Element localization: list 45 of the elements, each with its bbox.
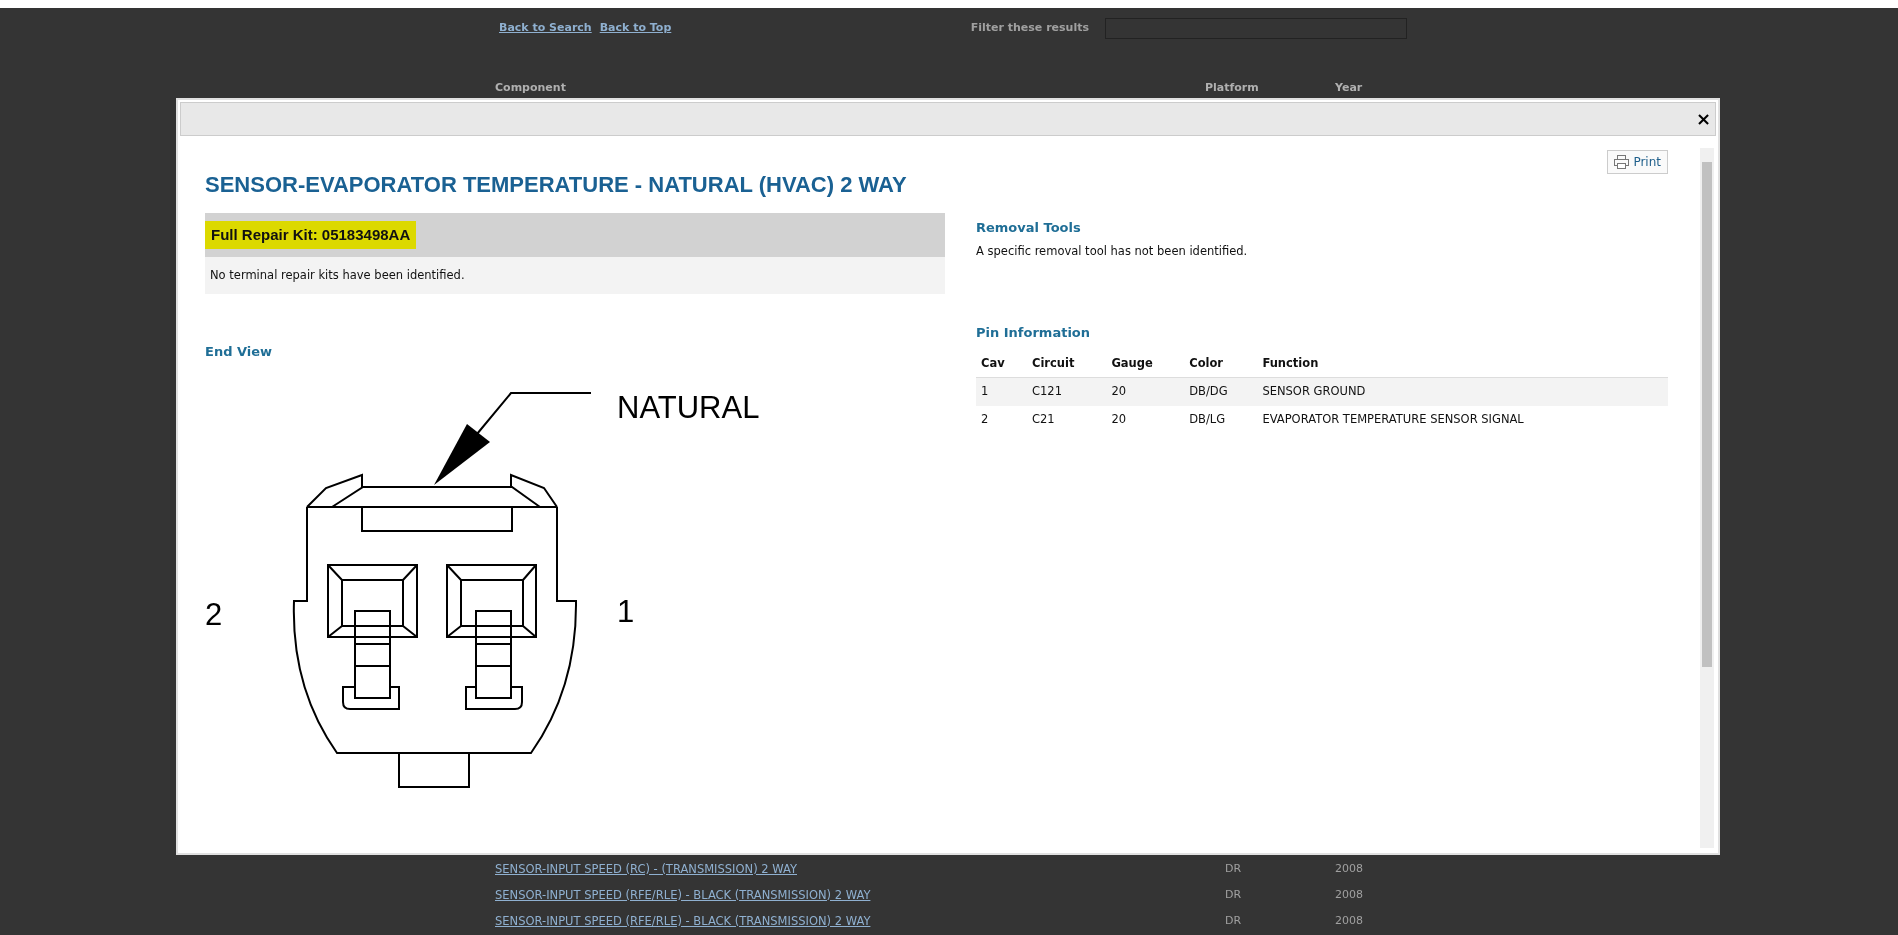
- column-header: Cav: [976, 350, 1027, 378]
- column-header: Platform: [1205, 80, 1260, 96]
- modal-title: SENSOR-EVAPORATOR TEMPERATURE - NATURAL (HVAC) 2 WAY: [205, 170, 908, 199]
- table-cell: 2008: [1335, 913, 1363, 927]
- section-heading: End View: [205, 343, 274, 362]
- table-cell: EVAPORATOR TEMPERATURE SENSOR SIGNAL: [1257, 405, 1668, 433]
- callout-label: NATURAL: [617, 389, 760, 425]
- section-heading: Removal Tools: [976, 218, 1082, 237]
- scrollbar-track[interactable]: [1700, 147, 1714, 848]
- table-cell: 2008: [1335, 861, 1363, 875]
- column-header: Circuit: [1027, 350, 1107, 378]
- filter-label: Filter these results: [970, 19, 1089, 36]
- section-heading: Pin Information: [976, 323, 1092, 342]
- table-cell: C121: [1027, 377, 1107, 406]
- table-cell: DR: [1225, 887, 1242, 901]
- table-cell: SENSOR GROUND: [1257, 377, 1668, 406]
- removal-tools-text: A specific removal tool has not been identified.: [976, 243, 1249, 261]
- column-header: Color: [1184, 350, 1258, 378]
- table-cell: 2: [976, 405, 1027, 433]
- pin-label: 2: [205, 596, 223, 632]
- component-link[interactable]: SENSOR-INPUT SPEED (RC) - (TRANSMISSION) 2 WAY: [495, 861, 797, 876]
- nav-link[interactable]: Back to Top: [599, 19, 672, 37]
- table-cell: 2008: [1335, 887, 1363, 901]
- component-link[interactable]: SENSOR-INPUT SPEED (RFE/RLE) - BLACK (TRANSMISSION) 2 WAY: [495, 913, 871, 928]
- nav-link[interactable]: Back to Search: [499, 19, 592, 37]
- print-button[interactable]: Print: [1607, 149, 1668, 174]
- repair-kit-note: No terminal repair kits have been identified.: [205, 256, 945, 295]
- column-header: Gauge: [1106, 350, 1185, 378]
- table-cell: DR: [1225, 861, 1242, 875]
- table-cell: C21: [1027, 405, 1107, 433]
- table-cell: DB/DG: [1184, 377, 1258, 406]
- column-header: Year: [1335, 80, 1364, 96]
- table-cell: DB/LG: [1184, 405, 1258, 433]
- pin-label: 1: [617, 593, 635, 629]
- scrollbar-thumb[interactable]: [1702, 161, 1712, 667]
- table-cell: 20: [1106, 405, 1185, 433]
- column-header: Function: [1257, 350, 1668, 378]
- close-button[interactable]: ×: [1691, 109, 1715, 128]
- repair-kit-title: Full Repair Kit: 05183498AA: [205, 220, 417, 250]
- table-cell: 1: [976, 377, 1027, 406]
- column-header: Component: [495, 80, 567, 96]
- component-link[interactable]: SENSOR-INPUT SPEED (RFE/RLE) - BLACK (TRANSMISSION) 2 WAY: [495, 887, 871, 902]
- table-cell: 20: [1106, 377, 1185, 406]
- printer-icon: [1614, 154, 1630, 169]
- table-cell: DR: [1225, 913, 1242, 927]
